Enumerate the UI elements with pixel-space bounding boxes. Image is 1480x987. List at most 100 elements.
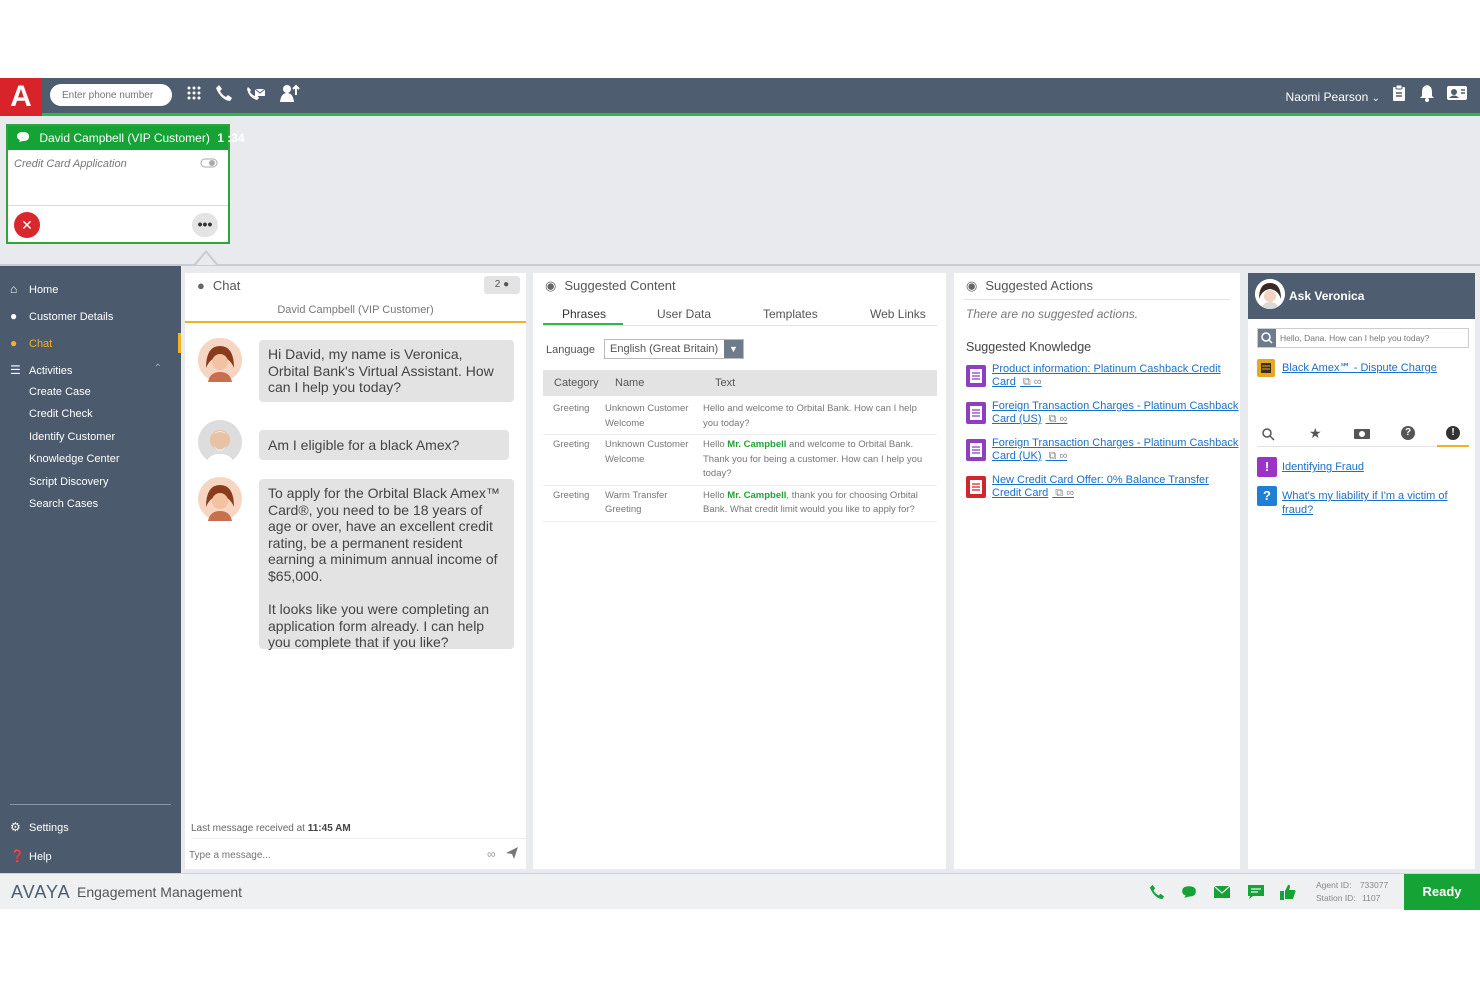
document-icon bbox=[966, 476, 986, 498]
sidebar-item-settings[interactable]: ⚙ Settings bbox=[10, 820, 69, 834]
external-link-icon[interactable]: ⧉ ∞ bbox=[1020, 376, 1042, 388]
suggested-actions-title-label: Suggested Actions bbox=[985, 278, 1094, 293]
email-channel-icon[interactable] bbox=[1213, 885, 1231, 904]
veronica-result-link[interactable]: What's my liability if I'm a victim of f… bbox=[1282, 489, 1467, 517]
alert-icon: ! bbox=[1257, 457, 1277, 477]
paperclip-icon[interactable]: ∞ bbox=[487, 847, 496, 861]
notifications-bell-icon[interactable] bbox=[1416, 84, 1438, 108]
star-icon[interactable]: ★ bbox=[1309, 425, 1322, 442]
interaction-card[interactable]: David Campbell (VIP Customer) 1 :34 Cred… bbox=[6, 124, 245, 244]
transfer-agent-icon[interactable] bbox=[279, 84, 301, 108]
end-interaction-button[interactable]: ✕ bbox=[14, 212, 40, 238]
phrases-table: Greeting Unknown Customer Welcome Hello an… bbox=[543, 399, 937, 522]
knowledge-link[interactable]: Product information: Platinum Cashback C… bbox=[992, 363, 1241, 389]
sidebar-item-customer-details[interactable]: ● Customer Details bbox=[10, 309, 113, 323]
chat-message-text: To apply for the Orbital Black Amex™ Car… bbox=[268, 485, 500, 584]
station-id-label: Station ID: bbox=[1316, 893, 1356, 903]
sidebar-subitem[interactable]: Search Cases bbox=[29, 498, 98, 510]
home-icon: ⌂ bbox=[10, 282, 18, 296]
person-icon: ● bbox=[10, 309, 18, 323]
thumbs-up-channel-icon[interactable] bbox=[1279, 883, 1297, 906]
knowledge-item[interactable]: Foreign Transaction Charges - Platinum C… bbox=[966, 400, 1241, 432]
sidebar-item-label: Help bbox=[29, 851, 52, 863]
phrase-text: Hello Mr. Campbell and welcome to Orbita… bbox=[703, 439, 923, 479]
top-result[interactable]: Black Amex℠ - Dispute Charge bbox=[1257, 359, 1469, 377]
phone-icon[interactable] bbox=[213, 84, 235, 108]
sidebar-subitem[interactable]: Knowledge Center bbox=[29, 453, 120, 465]
chat-bubble-icon: ● bbox=[197, 278, 205, 293]
search-icon[interactable] bbox=[1261, 427, 1275, 446]
phrases-table-header: Category Name Text bbox=[543, 370, 937, 396]
chat-channel-icon[interactable] bbox=[1181, 884, 1197, 905]
interaction-subject-area: Credit Card Application bbox=[8, 150, 228, 206]
ask-veronica-title: Ask Veronica bbox=[1289, 289, 1365, 303]
agent-name-label: Naomi Pearson bbox=[1285, 90, 1369, 104]
chevron-up-icon: ⌃ bbox=[153, 363, 162, 374]
language-select[interactable]: English (Great Britain) ▼ bbox=[604, 339, 744, 359]
sidebar-item-chat[interactable]: ● Chat bbox=[10, 336, 52, 350]
ready-status-button[interactable]: Ready bbox=[1404, 874, 1480, 910]
knowledge-link[interactable]: New Credit Card Offer: 0% Balance Transf… bbox=[992, 474, 1241, 500]
toggle-icon[interactable] bbox=[200, 158, 218, 171]
tab-user-data[interactable]: User Data bbox=[657, 307, 711, 321]
sidebar-nav: ⌂ Home ● Customer Details ● Chat ☰ Activitie… bbox=[0, 266, 181, 873]
card-pointer-inner bbox=[196, 253, 216, 265]
chat-panel: ● Chat 2 ● David Campbell (VIP Customer) … bbox=[185, 273, 526, 869]
sidebar-item-home[interactable]: ⌂ Home bbox=[10, 282, 58, 296]
veronica-result-link[interactable]: Identifying Fraud bbox=[1282, 460, 1467, 474]
knowledge-link[interactable]: Foreign Transaction Charges - Platinum C… bbox=[992, 437, 1241, 463]
ask-veronica-panel: Ask Veronica Black Amex℠ - Dispute Charg… bbox=[1248, 273, 1475, 869]
sidebar-subitem[interactable]: Identify Customer bbox=[29, 431, 115, 443]
no-suggested-actions-text: There are no suggested actions. bbox=[966, 307, 1139, 321]
agent-card-icon[interactable] bbox=[1446, 84, 1468, 108]
sidebar-item-activities[interactable]: ☰ Activities ⌃ bbox=[10, 363, 162, 377]
knowledge-item[interactable]: New Credit Card Offer: 0% Balance Transf… bbox=[966, 474, 1241, 506]
external-link-icon[interactable]: ⧉ ∞ bbox=[1052, 487, 1074, 499]
sidebar-item-label: Customer Details bbox=[29, 311, 114, 323]
sms-channel-icon[interactable] bbox=[1247, 884, 1265, 905]
clipboard-icon[interactable] bbox=[1388, 84, 1410, 108]
chat-message-text: It looks like you were completing an app… bbox=[268, 601, 489, 650]
sidebar-subitem[interactable]: Credit Check bbox=[29, 408, 93, 420]
sidebar-subitem[interactable]: Create Case bbox=[29, 386, 91, 398]
veronica-search-box[interactable] bbox=[1257, 328, 1469, 348]
knowledge-item[interactable]: Foreign Transaction Charges - Platinum C… bbox=[966, 437, 1241, 469]
chat-customer-header: David Campbell (VIP Customer) bbox=[185, 299, 526, 323]
alert-circle-icon[interactable]: ! bbox=[1446, 426, 1460, 440]
agent-id-label: Agent ID: bbox=[1316, 880, 1352, 890]
tab-web-links[interactable]: Web Links bbox=[870, 307, 926, 321]
avaya-wordmark: AVAYA bbox=[11, 882, 71, 902]
knowledge-link[interactable]: Foreign Transaction Charges - Platinum C… bbox=[992, 400, 1241, 426]
sidebar-item-help[interactable]: ❓ Help bbox=[10, 849, 52, 863]
callback-icon[interactable] bbox=[245, 84, 267, 108]
send-icon[interactable] bbox=[505, 846, 519, 865]
document-icon bbox=[966, 402, 986, 424]
external-link-icon[interactable]: ⧉ ∞ bbox=[1046, 450, 1068, 462]
phrase-row[interactable]: Greeting Unknown Customer Welcome Hello Mr… bbox=[543, 435, 937, 485]
participants-badge[interactable]: 2 ● bbox=[484, 276, 520, 294]
tab-phrases[interactable]: Phrases bbox=[562, 307, 606, 321]
phone-number-input[interactable] bbox=[50, 84, 172, 106]
external-link-icon[interactable]: ⧉ ∞ bbox=[1046, 413, 1068, 425]
status-footer: AVAYA Engagement Management Agent ID: 73… bbox=[0, 873, 1480, 910]
veronica-result[interactable]: ! Identifying Fraud bbox=[1257, 457, 1469, 487]
station-id-value: 1107 bbox=[1362, 893, 1381, 903]
video-icon[interactable] bbox=[1353, 427, 1371, 446]
dialpad-icon[interactable] bbox=[183, 84, 205, 108]
veronica-result[interactable]: ? What's my liability if I'm a victim of … bbox=[1257, 486, 1469, 516]
avaya-logo: A bbox=[0, 78, 42, 116]
more-options-button[interactable]: ••• bbox=[192, 213, 218, 237]
knowledge-item[interactable]: Product information: Platinum Cashback C… bbox=[966, 363, 1241, 395]
list-icon: ☰ bbox=[10, 363, 21, 377]
phone-channel-icon[interactable] bbox=[1149, 884, 1165, 905]
phrase-row[interactable]: Greeting Warm Transfer Greeting Hello Mr. … bbox=[543, 485, 937, 521]
language-label: Language bbox=[546, 344, 595, 356]
top-result-link[interactable]: Black Amex℠ - Dispute Charge bbox=[1282, 361, 1437, 374]
veronica-search-input[interactable] bbox=[1280, 331, 1466, 345]
agent-name-dropdown[interactable]: Naomi Pearson ⌄ bbox=[1286, 90, 1380, 104]
help-circle-icon[interactable]: ? bbox=[1401, 426, 1415, 440]
chat-message-input[interactable] bbox=[189, 845, 479, 865]
phrase-row[interactable]: Greeting Unknown Customer Welcome Hello an… bbox=[543, 399, 937, 435]
sidebar-subitem[interactable]: Script Discovery bbox=[29, 476, 108, 488]
tab-templates[interactable]: Templates bbox=[763, 307, 818, 321]
